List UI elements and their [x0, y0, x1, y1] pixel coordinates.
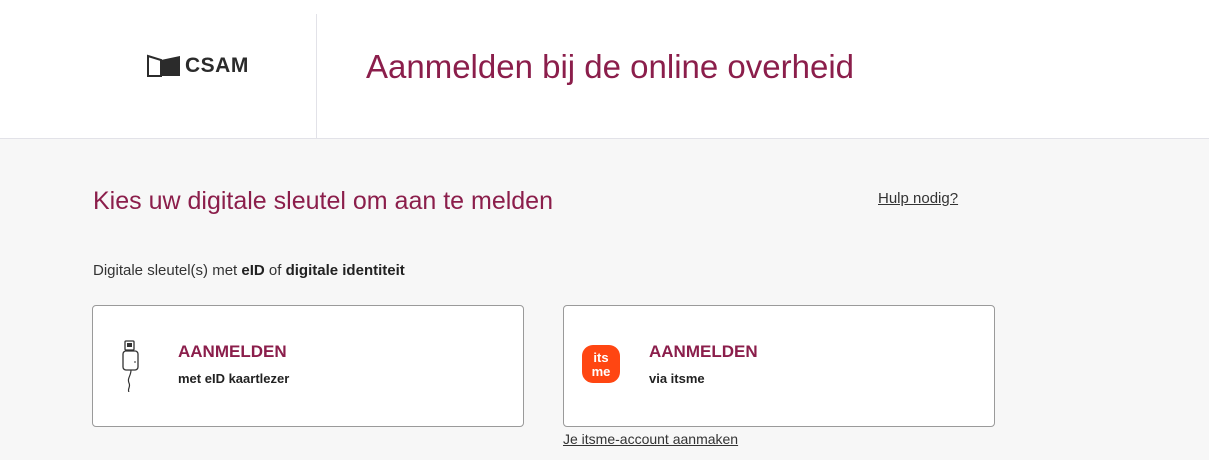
help-link[interactable]: Hulp nodig? — [878, 190, 958, 207]
keys-intro-middle: of — [264, 262, 286, 279]
eid-login-title: AANMELDEN — [178, 342, 287, 361]
svg-text:its: its — [593, 350, 608, 365]
keys-intro-eid: eID — [241, 262, 265, 279]
itsme-login-button[interactable]: its me AANMELDEN via itsme — [563, 305, 995, 427]
eid-login-button[interactable]: AANMELDEN met eID kaartlezer — [92, 305, 524, 427]
logo-text: CSAM — [185, 54, 249, 77]
keys-intro-prefix: Digitale sleutel(s) met — [93, 262, 242, 279]
itsme-login-subtitle: via itsme — [649, 371, 705, 386]
svg-text:me: me — [592, 364, 611, 379]
csam-logo[interactable]: CSAM — [147, 54, 249, 78]
main-panel: Kies uw digitale sleutel om aan te melde… — [0, 139, 1209, 460]
section-title: Kies uw digitale sleutel om aan te melde… — [93, 187, 553, 215]
keys-intro-digital-identity: digitale identiteit — [285, 262, 405, 279]
itsme-logo-icon: its me — [582, 345, 620, 383]
itsme-login-title: AANMELDEN — [649, 342, 758, 361]
card-reader-icon — [122, 340, 139, 392]
create-itsme-account-link[interactable]: Je itsme-account aanmaken — [563, 431, 738, 447]
page-title: Aanmelden bij de online overheid — [366, 48, 855, 85]
header: CSAM Aanmelden bij de online overheid — [0, 0, 1209, 139]
keys-intro: Digitale sleutel(s) met eID of digitale … — [93, 262, 405, 279]
header-divider — [316, 14, 317, 138]
eid-login-subtitle: met eID kaartlezer — [178, 371, 290, 386]
csam-logo-icon — [147, 54, 180, 77]
